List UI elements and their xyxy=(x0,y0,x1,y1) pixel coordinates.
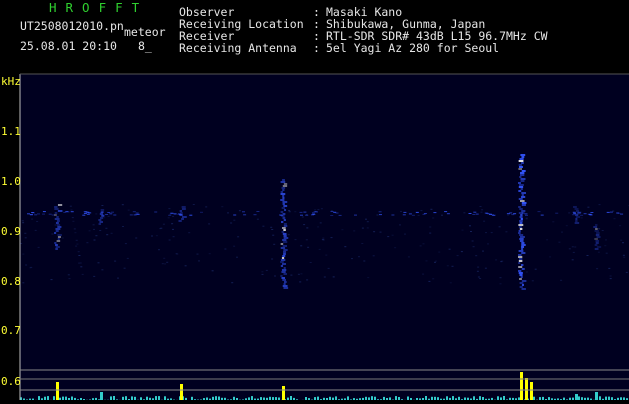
freq-tick-label: 1.1 xyxy=(1,126,21,137)
freq-tick-label: 0.7 xyxy=(1,325,21,336)
freq-tick-label: 0.8 xyxy=(1,276,21,287)
plot-frame xyxy=(0,0,629,400)
freq-tick-label: 0.9 xyxy=(1,226,21,237)
freq-unit-label: kHz xyxy=(1,76,21,87)
freq-tick-label: 0.6 xyxy=(1,376,21,387)
freq-tick-label: 1.0 xyxy=(1,176,21,187)
